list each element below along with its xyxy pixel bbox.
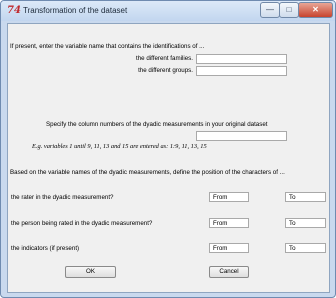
cancel-button[interactable]: Cancel	[209, 266, 249, 278]
close-button[interactable]: ✕	[298, 2, 333, 18]
ok-button[interactable]: OK	[65, 266, 116, 278]
rated-from-input[interactable]	[209, 218, 249, 228]
title-bar[interactable]: 74 Transformation of the dataset — □ ✕	[1, 1, 335, 21]
rated-to-input[interactable]	[285, 218, 326, 228]
column-numbers-label: Specify the column numbers of the dyadic…	[46, 121, 268, 128]
families-input[interactable]	[196, 54, 287, 64]
rater-from-input[interactable]	[209, 192, 249, 202]
groups-label: the different groups.	[138, 67, 193, 74]
rated-person-label: the person being rated in the dyadic mea…	[11, 220, 153, 227]
maximize-button[interactable]: □	[279, 2, 299, 18]
indicators-from-input[interactable]	[209, 243, 249, 253]
positions-intro: Based on the variable names of the dyadi…	[10, 169, 285, 176]
r-app-icon: 74	[7, 5, 21, 16]
dialog-window: 74 Transformation of the dataset — □ ✕ I…	[0, 0, 336, 298]
indicators-to-input[interactable]	[285, 243, 326, 253]
minimize-button[interactable]: —	[260, 2, 280, 18]
families-label: the different families.	[136, 55, 193, 62]
identifications-intro: If present, enter the variable name that…	[10, 43, 205, 50]
rater-label: the rater in the dyadic measurement?	[11, 194, 114, 201]
groups-input[interactable]	[196, 66, 287, 76]
column-numbers-input[interactable]	[196, 131, 287, 141]
window-title: Transformation of the dataset	[23, 6, 128, 15]
rater-to-input[interactable]	[285, 192, 326, 202]
indicators-label: the indicators (if present)	[11, 245, 80, 252]
dialog-body: If present, enter the variable name that…	[7, 23, 330, 293]
example-text: E.g. variables 1 until 9, 11, 13 and 15 …	[32, 143, 207, 150]
